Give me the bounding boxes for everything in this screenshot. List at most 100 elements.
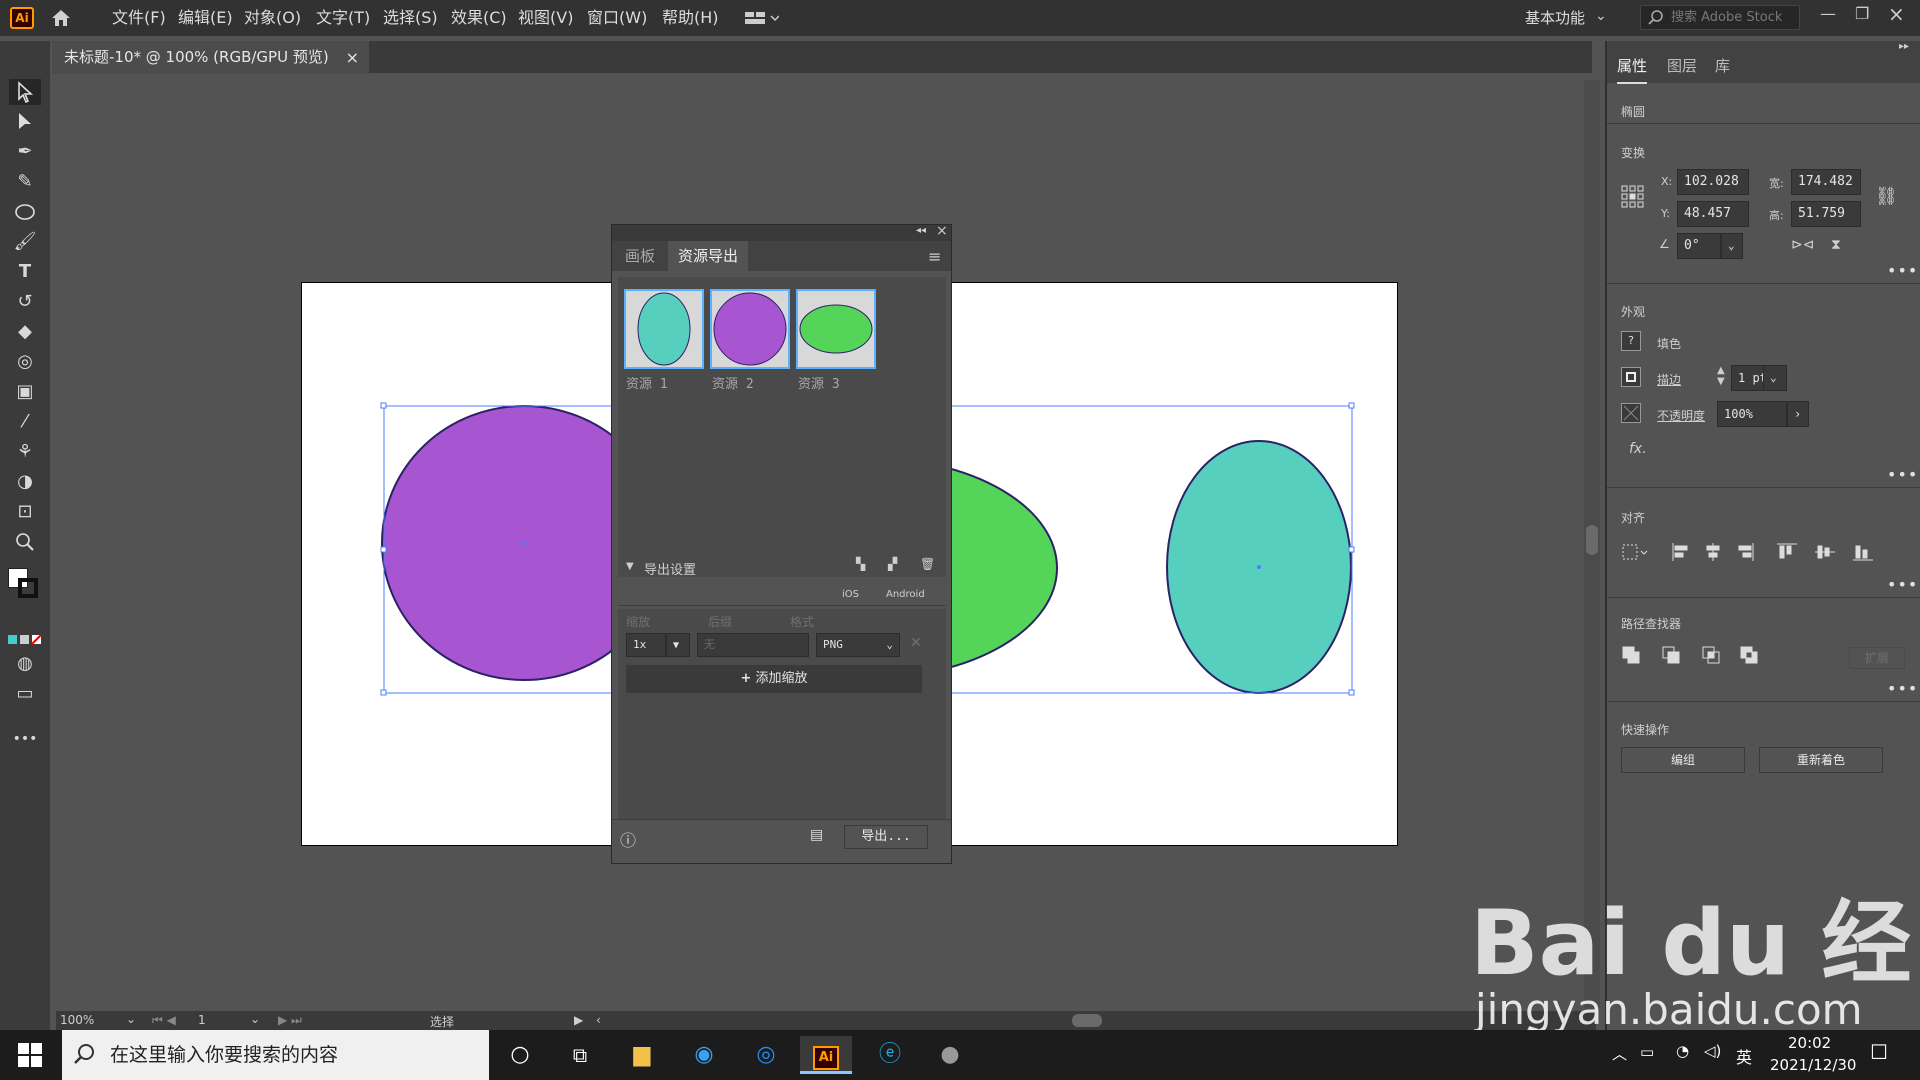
asset-label-1[interactable]: 资源 1 xyxy=(626,373,668,392)
scale-dropdown-icon[interactable]: ▼ xyxy=(666,633,690,657)
flip-vertical-icon[interactable]: ⧗ xyxy=(1831,237,1841,253)
fill-label[interactable]: 填色 xyxy=(1657,335,1681,352)
file-explorer-icon[interactable]: ▆ xyxy=(622,1036,662,1074)
appearance-more-icon[interactable]: ••• xyxy=(1887,465,1918,484)
angle-input[interactable]: 0° xyxy=(1677,233,1721,259)
plus-icon: + xyxy=(740,671,752,686)
opacity-label[interactable]: 不透明度 xyxy=(1657,407,1705,424)
stroke-dropdown-icon[interactable]: ⌄ xyxy=(1763,365,1787,391)
transform-title: 变换 xyxy=(1621,146,1646,160)
chevron-right-icon[interactable]: › xyxy=(1787,401,1809,427)
tab-libraries[interactable]: 库 xyxy=(1715,55,1730,76)
export-button[interactable]: 导出... xyxy=(844,825,928,849)
fill-swatch[interactable]: ? xyxy=(1621,331,1641,351)
last-artboard-icon[interactable]: ▶ ⏭ xyxy=(278,1013,302,1028)
stroke-stepper-icon[interactable]: ▲ ▼ xyxy=(1717,365,1725,387)
chevron-up-icon[interactable]: ︿ xyxy=(1612,1043,1627,1064)
baidu-watermark-url: jingyan.baidu.com xyxy=(1475,985,1863,1034)
battery-icon[interactable]: ▭ xyxy=(1640,1043,1654,1061)
opacity-icon[interactable] xyxy=(1621,403,1641,423)
group-button[interactable]: 编组 xyxy=(1621,747,1745,773)
ime-indicator[interactable]: 英 xyxy=(1736,1044,1752,1068)
artboard-dropdown-icon[interactable]: ⌄ xyxy=(250,1012,260,1026)
asset-thumb-1[interactable] xyxy=(624,289,704,369)
task-view-icon[interactable]: ⧉ xyxy=(560,1036,600,1074)
android-preset-icon[interactable]: ▞ xyxy=(888,557,897,571)
tab-layers[interactable]: 图层 xyxy=(1667,55,1697,76)
format-value: PNG xyxy=(823,638,843,651)
asset-thumb-2[interactable] xyxy=(710,289,790,369)
add-scale-button[interactable]: + 添加缩放 xyxy=(626,665,922,693)
asset-label-3[interactable]: 资源 3 xyxy=(798,373,840,392)
reference-point-icon[interactable] xyxy=(1621,185,1645,209)
y-input[interactable]: 48.457 xyxy=(1677,201,1749,227)
tab-properties[interactable]: 属性 xyxy=(1617,55,1648,84)
asset-label-2[interactable]: 资源 2 xyxy=(712,373,754,392)
x-input[interactable]: 102.028 xyxy=(1677,169,1749,195)
zoom-dropdown-icon[interactable]: ⌄ xyxy=(126,1012,136,1026)
illustrator-taskbar-icon[interactable]: Ai xyxy=(800,1036,852,1074)
x-label: X: xyxy=(1661,175,1673,188)
remove-scale-icon[interactable]: ✕ xyxy=(910,635,922,651)
status-arrow-icon[interactable]: ▶ xyxy=(574,1013,583,1027)
qq-browser-icon[interactable]: ◎ xyxy=(746,1036,786,1074)
app-icon[interactable]: ● xyxy=(930,1036,970,1074)
vertical-scroll-thumb[interactable] xyxy=(1586,525,1598,555)
cortana-icon[interactable]: ○ xyxy=(500,1036,540,1074)
flip-horizontal-icon[interactable]: ⊳⊲ xyxy=(1791,237,1814,253)
export-settings-icon[interactable]: ▤ xyxy=(810,827,823,843)
pathfinder-title: 路径查找器 xyxy=(1621,617,1682,631)
height-input[interactable]: 51.759 xyxy=(1791,201,1861,227)
info-icon[interactable]: ⓘ xyxy=(620,827,636,851)
height-label: 高: xyxy=(1769,209,1784,222)
suffix-header: 后缀 xyxy=(708,615,733,629)
recolor-button[interactable]: 重新着色 xyxy=(1759,747,1883,773)
panel-collapse-icon[interactable]: ▸▸ xyxy=(1899,41,1909,52)
horizontal-scroll-thumb[interactable] xyxy=(1072,1014,1102,1027)
fx-icon[interactable]: fx. xyxy=(1629,441,1647,457)
taskbar-search-input[interactable]: 在这里输入你要搜索的内容 xyxy=(62,1030,489,1080)
align-more-icon[interactable]: ••• xyxy=(1887,575,1918,594)
transform-more-icon[interactable]: ••• xyxy=(1887,261,1918,280)
format-select[interactable]: PNG ⌄ xyxy=(816,633,900,657)
panel-header[interactable]: ◂◂ × xyxy=(612,223,951,241)
first-artboard-icon[interactable]: ⏮ ◀ xyxy=(152,1013,176,1028)
scale-select[interactable]: 1x xyxy=(626,633,666,657)
close-panel-icon[interactable]: × xyxy=(936,223,948,239)
volume-icon[interactable]: ◁) xyxy=(1704,1042,1721,1060)
stroke-swatch[interactable] xyxy=(1621,367,1641,387)
wifi-icon[interactable]: ◔ xyxy=(1676,1042,1689,1060)
delete-icon[interactable]: 🗑 xyxy=(920,557,935,571)
scroll-left-icon[interactable]: ‹ xyxy=(596,1013,601,1027)
status-bar: 100% ⌄ ⏮ ◀ 1 ⌄ ▶ ⏭ 选择 ▶ ‹ xyxy=(56,1011,1596,1030)
ios-label[interactable]: iOS xyxy=(842,589,859,600)
zoom-level[interactable]: 100% xyxy=(60,1013,94,1027)
constrain-proportions-icon[interactable]: ⛓ xyxy=(1875,186,1898,207)
ios-preset-icon[interactable]: ▚ xyxy=(856,557,865,571)
asset-export-panel: ◂◂ × 画板 资源导出 ≡ 资源 1 资源 2 资源 3 ▼ 导出设置 ▚ ▞… xyxy=(611,223,952,864)
tab-asset-export[interactable]: 资源导出 xyxy=(668,241,749,271)
chevron-down-icon[interactable]: ▼ xyxy=(626,561,634,572)
expand-button[interactable]: 扩展 xyxy=(1849,647,1905,669)
export-settings-label: 导出设置 xyxy=(644,563,697,578)
ie-browser-icon[interactable]: ⓔ xyxy=(870,1036,910,1074)
stroke-label[interactable]: 描边 xyxy=(1657,371,1681,388)
align-title: 对齐 xyxy=(1621,511,1646,525)
pathfinder-more-icon[interactable]: ••• xyxy=(1887,679,1918,698)
panel-menu-icon[interactable]: ≡ xyxy=(928,247,941,266)
windows-start-icon[interactable] xyxy=(10,1036,50,1074)
collapse-panel-icon[interactable]: ◂◂ xyxy=(916,225,926,236)
tab-artboards[interactable]: 画板 xyxy=(615,241,665,271)
asset-thumb-3[interactable] xyxy=(796,289,876,369)
artboard-number[interactable]: 1 xyxy=(198,1013,206,1027)
angle-dropdown-icon[interactable]: ⌄ xyxy=(1721,233,1743,259)
clock-time[interactable]: 20:02 xyxy=(1788,1034,1831,1052)
android-label[interactable]: Android xyxy=(886,589,925,600)
clock-date[interactable]: 2021/12/30 xyxy=(1770,1056,1856,1074)
suffix-input[interactable]: 无 xyxy=(697,633,809,657)
width-input[interactable]: 174.482 xyxy=(1791,169,1861,195)
edge-browser-icon[interactable]: ◉ xyxy=(684,1036,724,1074)
y-label: Y: xyxy=(1661,207,1670,220)
opacity-input[interactable]: 100% xyxy=(1717,401,1787,427)
notification-icon[interactable]: ☐ xyxy=(1870,1040,1888,1064)
